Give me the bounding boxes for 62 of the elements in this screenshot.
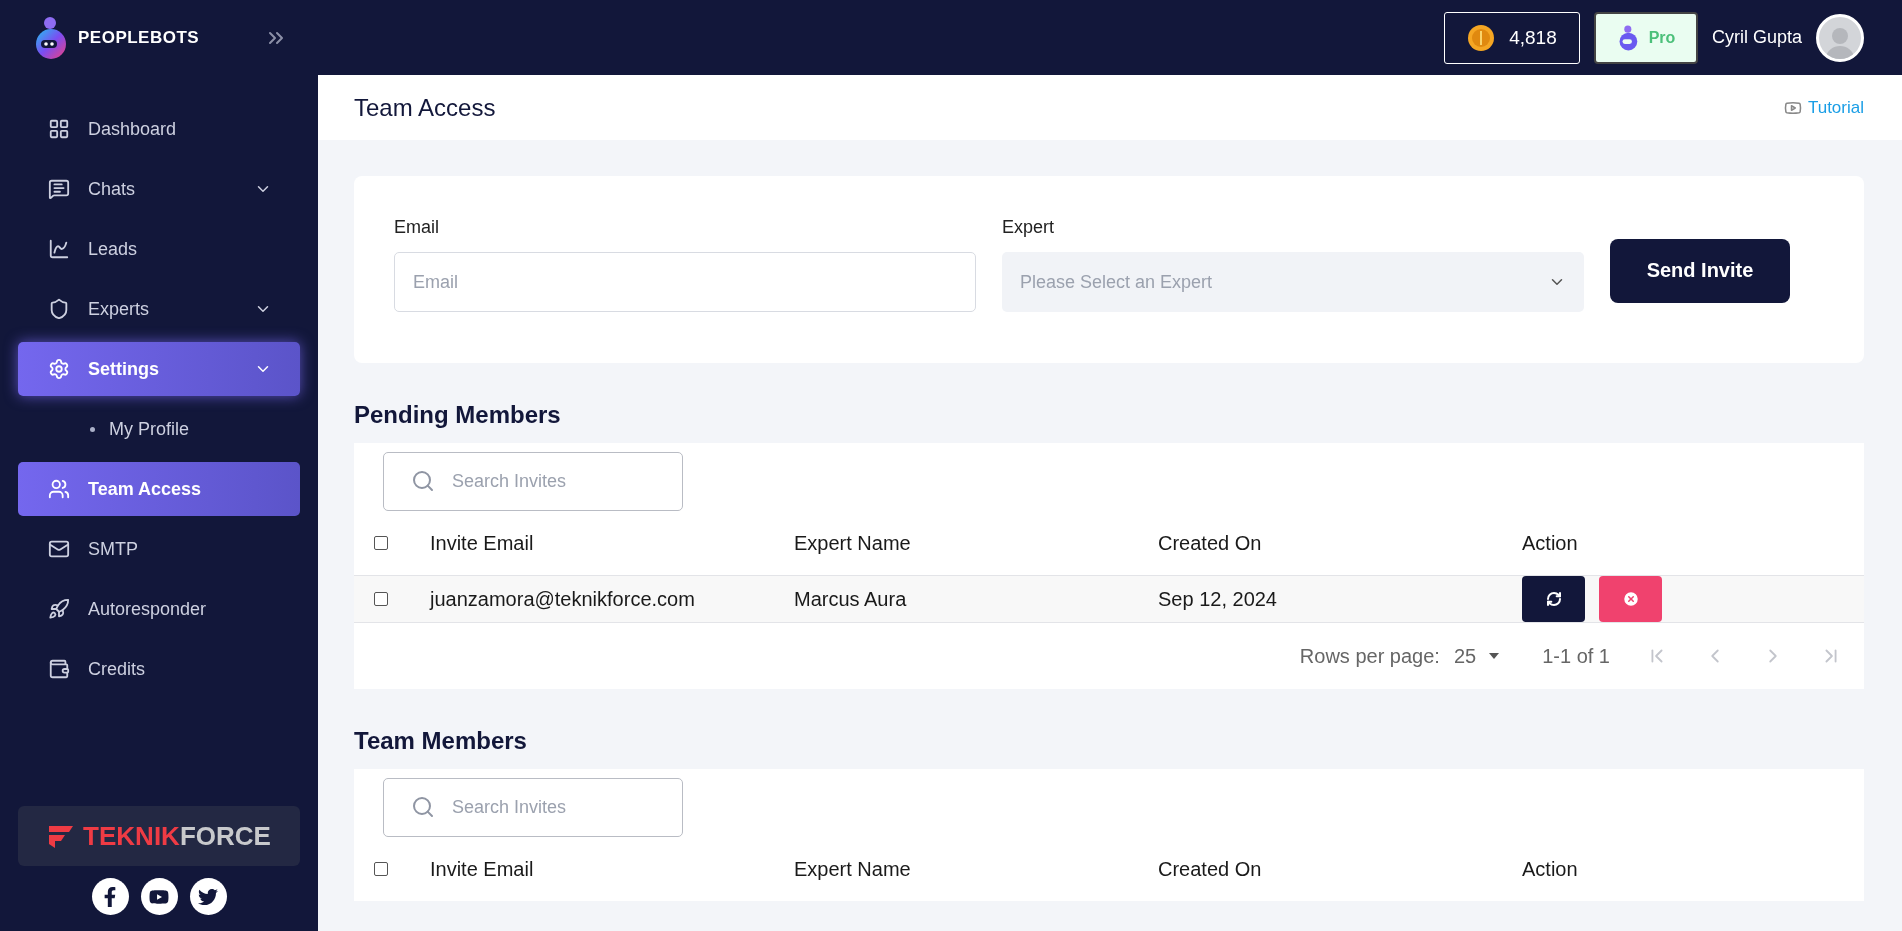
people-icon: [48, 478, 70, 500]
facebook-icon[interactable]: [91, 878, 129, 915]
chart-icon: [48, 238, 70, 260]
sidebar-item[interactable]: Autoresponder: [18, 582, 300, 636]
twitter-icon[interactable]: [189, 878, 227, 915]
sidebar-item[interactable]: Credits: [18, 642, 300, 696]
delete-button[interactable]: [1599, 576, 1662, 622]
caret-icon: [1488, 652, 1501, 660]
shield-icon: [48, 298, 70, 320]
rows-per-page-label: Rows per page:: [1299, 644, 1440, 668]
column-header: Action: [1522, 857, 1579, 881]
section-title: Pending Members: [354, 401, 562, 429]
envelope-icon: [48, 538, 70, 560]
sidebar-item[interactable]: Chats: [18, 162, 300, 216]
grid-icon: [48, 118, 70, 140]
gear-icon: [48, 358, 70, 380]
sidebar-item[interactable]: Settings: [18, 342, 300, 396]
column-header: Created On: [1158, 531, 1263, 555]
credits-badge[interactable]: 4,818: [1443, 11, 1580, 64]
rows-per-page-select[interactable]: 25: [1453, 644, 1501, 668]
email-field[interactable]: Email: [394, 252, 976, 312]
send-invite-button[interactable]: Send Invite: [1610, 238, 1790, 303]
search-icon: [411, 469, 435, 493]
wallet-icon: [48, 658, 70, 680]
user-name[interactable]: Cyril Gupta: [1711, 27, 1802, 48]
bullet-icon: [90, 426, 95, 432]
checkbox[interactable]: [374, 862, 388, 876]
field-label: Email: [394, 217, 440, 238]
rocket-icon: [48, 598, 70, 620]
sidebar-item[interactable]: SMTP: [18, 522, 300, 576]
coin-icon: [1467, 23, 1496, 52]
avatar-icon[interactable]: [1816, 13, 1864, 62]
table-cell-text: juanzamora@teknikforce.com: [430, 587, 696, 611]
column-header: Invite Email: [430, 857, 535, 881]
page-range: 1-1 of 1: [1542, 644, 1610, 668]
resend-button[interactable]: [1522, 576, 1585, 622]
sidebar-item[interactable]: My Profile: [18, 402, 300, 456]
checkbox[interactable]: [374, 536, 388, 550]
column-header: Invite Email: [430, 531, 535, 555]
sidebar-item[interactable]: Leads: [18, 222, 300, 276]
column-header: Expert Name: [794, 531, 912, 555]
section-title: Team Members: [354, 727, 528, 755]
sidebar-item[interactable]: Team Access: [18, 462, 300, 516]
brand-name: PEOPLEBOTS: [78, 27, 200, 48]
column-header: Created On: [1158, 857, 1263, 881]
column-header: Action: [1522, 531, 1579, 555]
column-header: Expert Name: [794, 857, 912, 881]
search-field[interactable]: Search Invites: [383, 778, 683, 837]
page-title: Team Access: [354, 93, 496, 122]
sidebar-item[interactable]: Experts: [18, 282, 300, 336]
search-icon: [411, 795, 435, 819]
field-label: Expert: [1002, 217, 1056, 238]
sidebar-item[interactable]: Dashboard: [18, 102, 300, 156]
refresh-icon: [1545, 591, 1562, 607]
chat-icon: [48, 178, 70, 200]
partner-logo[interactable]: TEKNIKFORCE: [18, 806, 300, 866]
checkbox[interactable]: [374, 592, 388, 606]
table-cell-text: Sep 12, 2024: [1158, 587, 1278, 611]
youtube-icon[interactable]: [140, 878, 178, 915]
close-icon: [1621, 590, 1640, 608]
table-cell-text: Marcus Aura: [794, 587, 908, 611]
search-field[interactable]: Search Invites: [383, 452, 683, 511]
